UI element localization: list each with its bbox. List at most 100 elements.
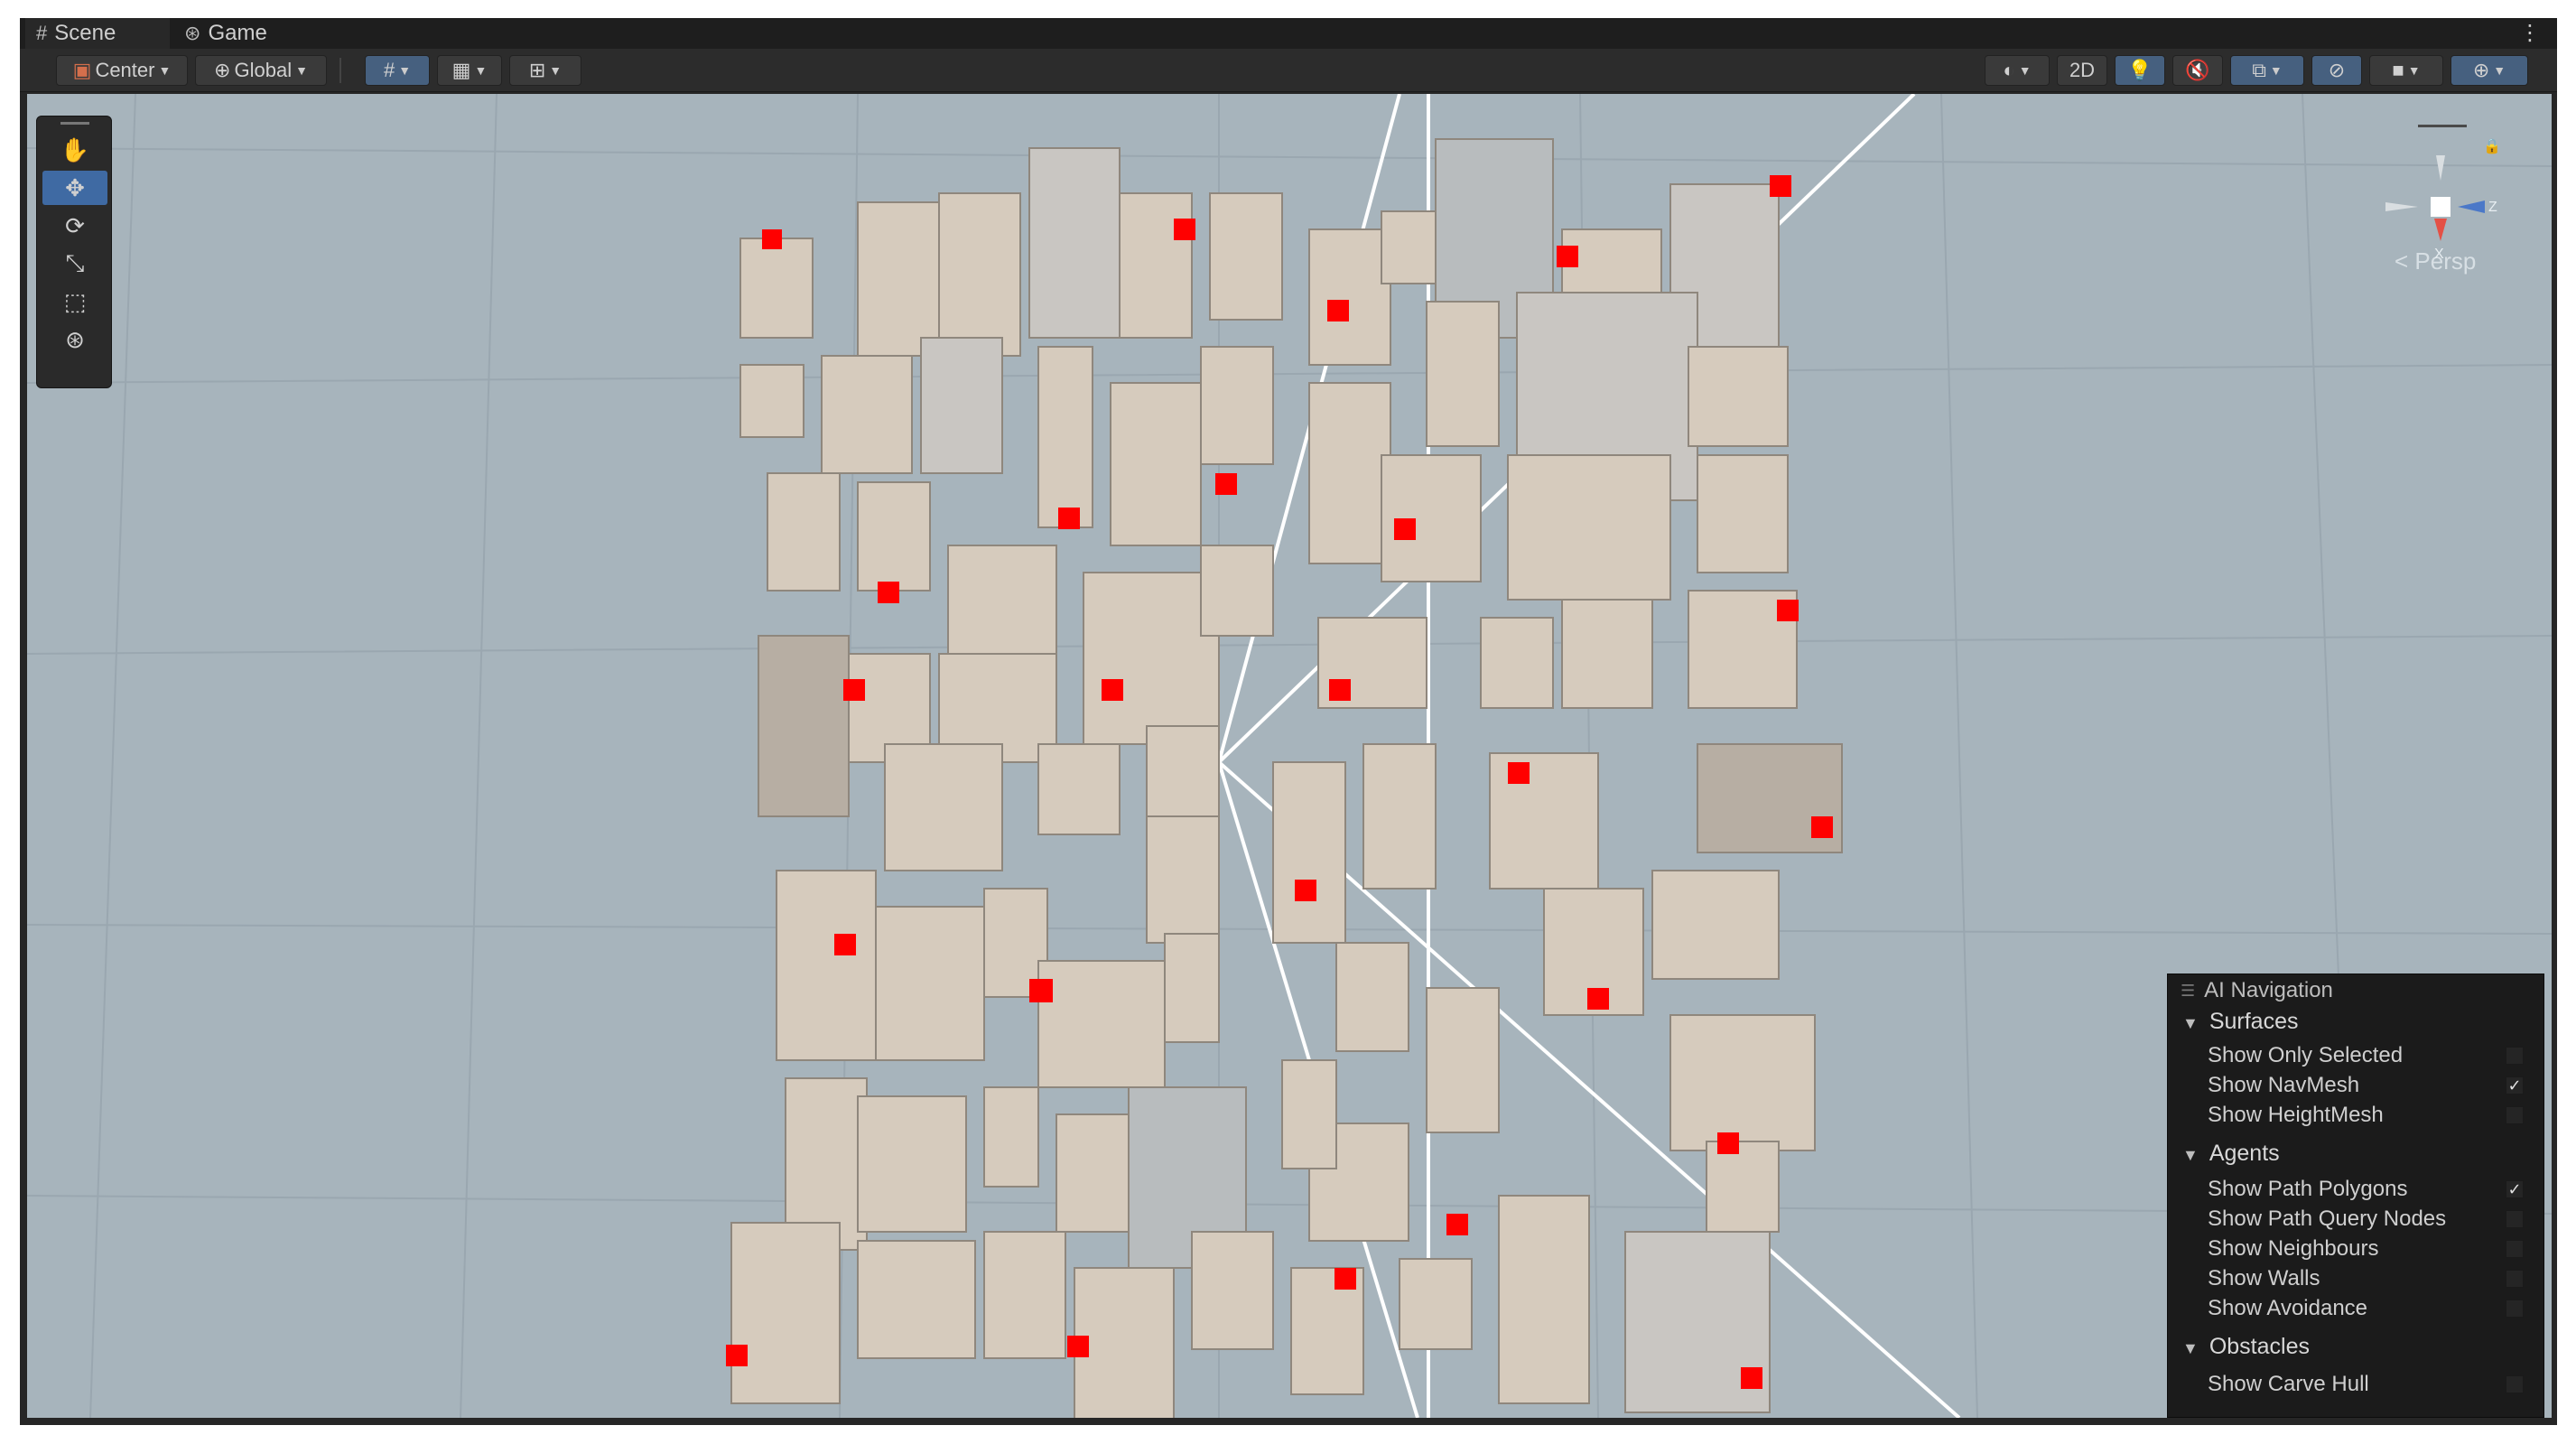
snap-increment-icon: ⊞ [528,59,546,81]
view-tool-button[interactable]: ✋ [42,133,107,167]
chevron-down-icon: ▼ [2182,1339,2199,1357]
city-buildings [730,138,1843,1418]
scale-icon: ⤡ [65,249,85,276]
lighting-toggle-button[interactable]: 💡 [2115,55,2165,86]
grid-visibility-icon: ▦ [451,59,471,81]
panel-header[interactable]: ☰ AI Navigation [2168,974,2543,1007]
tab-bar: # Scene ⊛ Game ⋮ [20,18,2557,49]
ai-navigation-panel: ☰ AI Navigation ▼ Surfaces Show Only Sele… [2167,974,2544,1418]
more-options-icon[interactable]: ⋮ [2519,20,2541,46]
hand-icon: ✋ [60,135,90,163]
grid-snap-icon: # [383,59,395,81]
section-surfaces[interactable]: ▼ Surfaces [2182,1009,2299,1035]
checkbox[interactable] [2506,1106,2524,1124]
pivot-mode-label: Center [95,59,155,81]
rect-transform-icon: ⬚ [63,287,87,315]
pivot-rotation-label: Global [234,59,293,81]
checkbox[interactable] [2506,1240,2524,1258]
option-show-path-polygons[interactable]: Show Path Polygons ✓ [2208,1175,2531,1204]
checkbox[interactable] [2506,1300,2524,1318]
checkbox[interactable] [2506,1270,2524,1288]
toolbar-divider [339,58,341,83]
rotate-tool-button[interactable]: ⟳ [42,209,107,243]
option-show-heightmesh[interactable]: Show HeightMesh [2208,1101,2531,1130]
camera-icon: ■ [2392,59,2404,81]
checkbox[interactable] [2506,1210,2524,1228]
option-show-path-query-nodes[interactable]: Show Path Query Nodes [2208,1205,2531,1234]
checkbox-checked[interactable]: ✓ [2506,1076,2524,1095]
chevron-down-icon: ▼ [158,63,172,78]
tab-scene[interactable]: # Scene [25,18,170,49]
chevron-down-icon: ▼ [2182,1014,2199,1032]
camera-settings-dropdown[interactable]: ■ ▼ [2369,55,2443,86]
toggle-2d-label: 2D [2069,59,2096,81]
option-label: Show Neighbours [2208,1236,2379,1261]
section-agents-label: Agents [2209,1141,2280,1166]
section-obstacles[interactable]: ▼ Obstacles [2182,1334,2310,1360]
toggle-2d-button[interactable]: 2D [2057,55,2107,86]
option-show-carve-hull[interactable]: Show Carve Hull [2208,1370,2531,1399]
tab-scene-label: Scene [54,21,116,45]
checkbox[interactable] [2506,1047,2524,1065]
orientation-gizmo[interactable]: 🔒 Z X < Persp [2382,119,2517,291]
scene-visibility-button[interactable]: ⊘ [2311,55,2362,86]
pivot-mode-dropdown[interactable]: ▣ Center ▼ [56,55,188,86]
chevron-down-icon: ▼ [295,63,308,78]
option-show-navmesh[interactable]: Show NavMesh ✓ [2208,1071,2531,1100]
overlay-grip[interactable] [60,122,89,125]
option-show-only-selected[interactable]: Show Only Selected [2208,1041,2531,1070]
gizmo-grip[interactable] [2418,125,2467,127]
checkbox[interactable] [2506,1375,2524,1393]
gizmo-icon: ⊕ [2472,59,2490,81]
effects-dropdown[interactable]: ⧉ ▼ [2230,55,2304,86]
axis-z-label: Z [2488,200,2497,215]
tab-game[interactable]: ⊛ Game [173,18,291,49]
audio-toggle-button[interactable]: 🔇 [2172,55,2223,86]
draw-mode-dropdown[interactable]: ◐ ▼ [1985,55,2050,86]
transform-tool-button[interactable]: ⊛ [42,322,107,357]
move-tool-button[interactable]: ✥ [42,171,107,205]
chevron-down-icon: ▼ [2018,63,2032,78]
chevron-down-icon: ▼ [2182,1146,2199,1164]
eye-slash-icon: ⊘ [2328,59,2346,81]
chevron-down-icon: ▼ [398,63,412,78]
section-surfaces-label: Surfaces [2209,1009,2299,1034]
option-show-avoidance[interactable]: Show Avoidance [2208,1294,2531,1323]
scale-tool-button[interactable]: ⤡ [42,247,107,281]
option-label: Show Path Query Nodes [2208,1206,2447,1231]
gizmos-dropdown[interactable]: ⊕ ▼ [2450,55,2528,86]
option-label: Show NavMesh [2208,1073,2360,1097]
option-label: Show Avoidance [2208,1296,2368,1320]
grip-icon: ☰ [2181,981,2196,1000]
lightbulb-icon: 💡 [2127,59,2153,81]
panel-title: AI Navigation [2204,978,2333,1002]
move-arrows-icon: ✥ [65,173,85,201]
grid-snap-button[interactable]: # ▼ [365,55,430,86]
pivot-center-icon: ▣ [72,59,92,81]
pivot-rotation-dropdown[interactable]: ⊕ Global ▼ [195,55,327,86]
option-label: Show Carve Hull [2208,1372,2369,1396]
chevron-down-icon: ▼ [549,63,563,78]
checkbox-checked[interactable]: ✓ [2506,1180,2524,1198]
increment-snap-button[interactable]: ⊞ ▼ [509,55,581,86]
effects-layers-icon: ⧉ [2252,59,2266,81]
option-label: Show HeightMesh [2208,1103,2384,1127]
option-show-walls[interactable]: Show Walls [2208,1264,2531,1293]
option-show-neighbours[interactable]: Show Neighbours [2208,1234,2531,1263]
rect-tool-button[interactable]: ⬚ [42,284,107,319]
globe-icon: ⊕ [214,59,231,81]
option-label: Show Path Polygons [2208,1177,2408,1201]
axis-gizmo-icon: Z X [2385,155,2497,262]
option-label: Show Walls [2208,1266,2320,1290]
option-label: Show Only Selected [2208,1043,2404,1067]
section-obstacles-label: Obstacles [2209,1334,2310,1359]
grid-icon: # [36,22,48,44]
scene-viewport[interactable]: ✋ ✥ ⟳ ⤡ ⬚ ⊛ 🔒 Z X < Persp ☰ AI Navigatio… [27,94,2552,1418]
grid-visibility-button[interactable]: ▦ ▼ [437,55,502,86]
projection-toggle[interactable]: < Persp [2395,247,2476,275]
transform-icon: ⊛ [65,325,85,353]
chevron-down-icon: ▼ [2493,63,2506,78]
scene-toolbar: ▣ Center ▼ ⊕ Global ▼ # ▼ ▦ ▼ ⊞ ▼ ◐ ▼ 2D 💡 🔇 [20,49,2557,92]
section-agents[interactable]: ▼ Agents [2182,1141,2280,1167]
tab-game-label: Game [208,21,267,45]
